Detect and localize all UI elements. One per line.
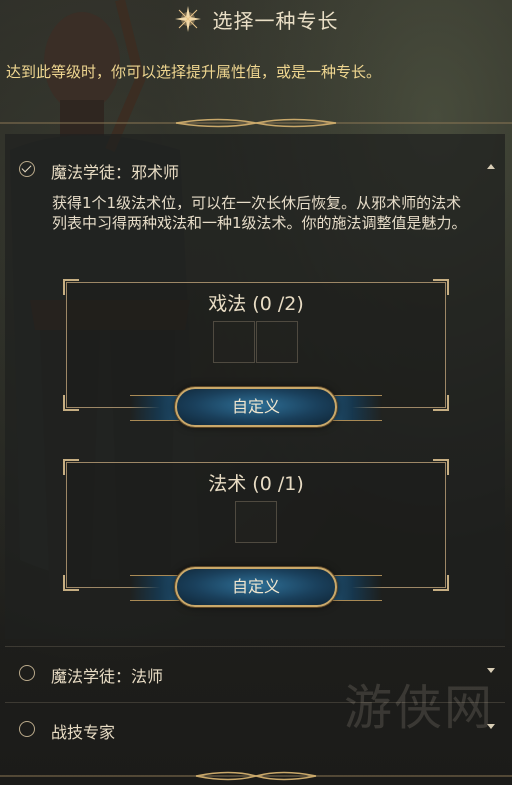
- cantrip-title: 戏法 (0 /2): [208, 293, 304, 315]
- watermark-logo: 游侠网: [343, 680, 494, 736]
- star-icon: [175, 6, 202, 32]
- customize-spell-button[interactable]: 自定义: [175, 567, 337, 607]
- radio-icon[interactable]: [19, 665, 35, 681]
- title-row: 选择一种专长: [0, 4, 512, 34]
- button-ornament-right: [332, 575, 382, 601]
- button-ornament-left: [130, 395, 180, 421]
- feat-option-warlock[interactable]: 魔法学徒：邪术师: [5, 148, 505, 192]
- page-title: 选择一种专长: [212, 8, 339, 33]
- page-subtitle: 达到此等级时，你可以选择提升属性值，或是一种专长。: [6, 63, 382, 81]
- check-icon[interactable]: [19, 161, 35, 177]
- header-bar: 选择一种专长: [0, 0, 512, 44]
- feat-label: 战技专家: [51, 723, 116, 742]
- corner-ornament: [433, 395, 449, 411]
- chevron-up-icon[interactable]: [487, 164, 495, 169]
- row-divider: [5, 646, 505, 647]
- ornament-divider: [0, 118, 512, 128]
- feat-description: 获得1个1级法术位，可以在一次长休后恢复。从邪术师的法术列表中习得两种戏法和一种…: [52, 194, 467, 232]
- spell-title: 法术 (0 /1): [208, 473, 304, 495]
- feat-label: 魔法学徒：法师: [51, 667, 164, 686]
- customize-cantrip-button[interactable]: 自定义: [175, 387, 337, 427]
- button-ornament-left: [130, 575, 180, 601]
- spell-slot-1[interactable]: [235, 501, 277, 543]
- corner-ornament: [433, 575, 449, 591]
- corner-ornament: [63, 575, 79, 591]
- radio-icon[interactable]: [19, 721, 35, 737]
- button-ornament-right: [332, 395, 382, 421]
- corner-ornament: [63, 395, 79, 411]
- ornament-divider: [0, 771, 512, 781]
- feat-label: 魔法学徒：邪术师: [51, 163, 180, 182]
- cantrip-slot-2[interactable]: [256, 321, 298, 363]
- cantrip-slot-1[interactable]: [213, 321, 255, 363]
